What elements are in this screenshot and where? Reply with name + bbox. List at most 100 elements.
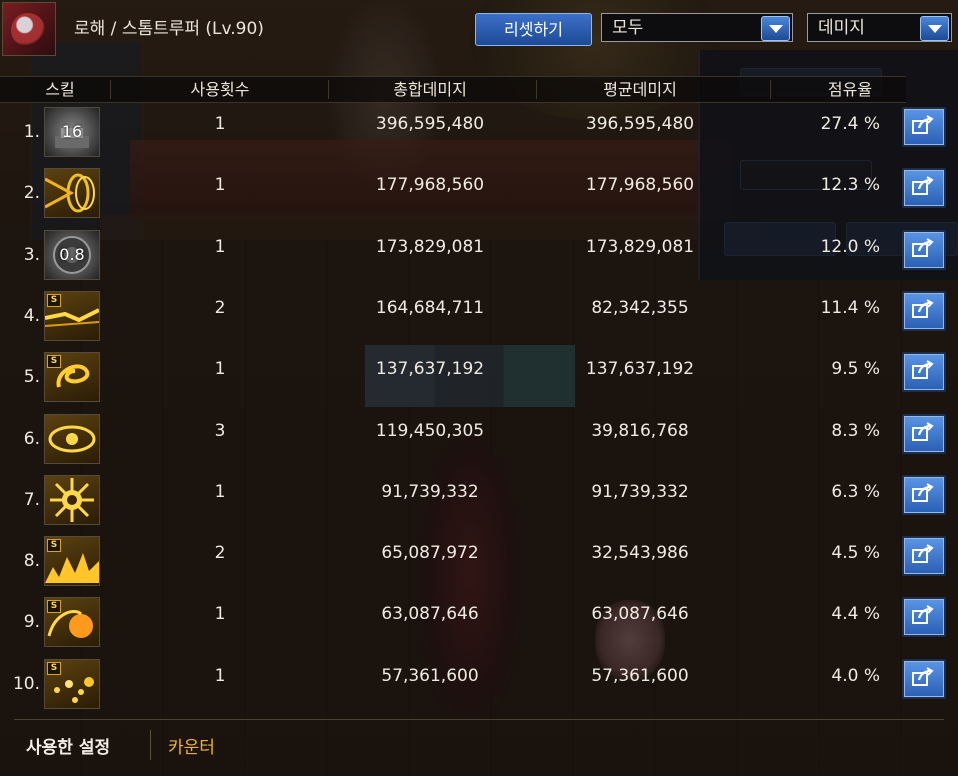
column-header-row: 스킬 사용횟수 총합데미지 평균데미지 점유율: [0, 76, 906, 103]
row-use-count: 1: [214, 604, 226, 625]
row-use-count: 3: [214, 420, 226, 441]
row-use-count: 1: [214, 175, 226, 196]
share-icon: [912, 237, 934, 257]
share-button[interactable]: [902, 413, 946, 454]
filter-dropdown[interactable]: 모두: [601, 13, 793, 42]
share-button[interactable]: [902, 597, 946, 638]
row-rank: 5.: [23, 367, 40, 388]
table-row: 6. 3 119,450,305 39,816,768 8.3 %: [0, 407, 958, 468]
share-button[interactable]: [902, 658, 946, 699]
filter-dropdown-value: 모두: [612, 18, 644, 38]
table-row: 4. S 2 164,684,711 82,342,355 11.4 %: [0, 284, 958, 345]
table-row: 8. S 2 65,087,972 32,543,986 4.5 %: [0, 529, 958, 590]
row-use-count: 1: [214, 665, 226, 686]
row-share: 4.5 %: [831, 543, 880, 564]
row-use-count: 2: [214, 297, 226, 318]
row-share: 6.3 %: [831, 481, 880, 502]
lightning-beam-icon[interactable]: S: [44, 290, 100, 341]
share-icon: [912, 299, 934, 318]
share-icon: [912, 605, 934, 625]
table-row: 7. 1 91,739,332 91,739,332 6.3 %: [0, 468, 958, 529]
sun-blast-icon[interactable]: [44, 474, 100, 525]
share-icon: [912, 666, 934, 686]
flame-wave-icon[interactable]: S: [44, 536, 100, 587]
row-average-damage: 91,739,332: [591, 481, 689, 502]
column-average-damage: 평균데미지: [603, 80, 677, 99]
dragon-shot-icon[interactable]: 16: [44, 107, 100, 157]
eye-shield-icon[interactable]: [44, 413, 100, 464]
row-rank: 4.: [23, 305, 40, 326]
row-share: 9.5 %: [831, 359, 880, 380]
skill-cooldown-label: 16: [61, 122, 83, 141]
chevron-down-icon[interactable]: [920, 16, 949, 41]
table-row: 1. 16 1 396,595,480 396,595,480 27.4 %: [0, 100, 958, 161]
row-total-damage: 137,637,192: [375, 359, 485, 380]
row-share: 12.0 %: [820, 236, 880, 257]
gear-burst-icon[interactable]: 0.8: [44, 229, 100, 280]
share-button[interactable]: [902, 474, 946, 515]
row-total-damage: 65,087,972: [381, 543, 479, 564]
row-share: 27.4 %: [820, 114, 880, 134]
s-badge-icon: S: [47, 293, 61, 307]
row-total-damage: 164,684,711: [375, 297, 485, 318]
row-average-damage: 173,829,081: [585, 236, 695, 257]
row-total-damage: 177,968,560: [375, 175, 485, 196]
table-row: 9. S 1 63,087,646 63,087,646 4.4 %: [0, 590, 958, 651]
row-share: 8.3 %: [831, 420, 880, 441]
reset-button[interactable]: 리셋하기: [475, 13, 592, 46]
fire-orb-icon[interactable]: S: [44, 597, 100, 648]
share-button[interactable]: [902, 229, 946, 270]
row-rank: 3.: [23, 244, 40, 265]
row-use-count: 1: [214, 481, 226, 502]
row-total-damage: 63,087,646: [381, 604, 479, 625]
sort-dropdown[interactable]: 데미지: [807, 13, 952, 42]
share-button[interactable]: [902, 290, 946, 331]
row-average-damage: 137,637,192: [585, 359, 695, 380]
tab-counter[interactable]: 카운터: [168, 733, 215, 758]
row-average-damage: 63,087,646: [591, 604, 689, 625]
row-rank: 6.: [23, 428, 40, 449]
row-share: 12.3 %: [820, 175, 880, 196]
share-button[interactable]: [902, 107, 946, 147]
row-total-damage: 57,361,600: [381, 665, 479, 686]
character-title: 로해 / 스톰트루퍼 (Lv.90): [74, 19, 264, 39]
row-average-damage: 32,543,986: [591, 543, 689, 564]
row-use-count: 1: [214, 114, 226, 134]
character-avatar: [2, 2, 56, 56]
row-share: 4.4 %: [831, 604, 880, 625]
row-average-damage: 57,361,600: [591, 665, 689, 686]
table-row: 2. 1 177,968,560 177,968,560 12.3 %: [0, 161, 958, 222]
column-total-damage: 총합데미지: [393, 80, 467, 99]
table-row: 5. S 1 137,637,192 137,637,192 9.5 %: [0, 345, 958, 406]
row-average-damage: 177,968,560: [585, 175, 695, 196]
s-badge-icon: S: [47, 355, 61, 369]
tab-used-settings[interactable]: 사용한 설정: [26, 733, 110, 758]
share-icon: [912, 482, 934, 502]
skill-cooldown-label: 0.8: [59, 244, 85, 264]
row-use-count: 2: [214, 543, 226, 564]
chevron-down-icon[interactable]: [761, 16, 790, 41]
meter-header: 로해 / 스톰트루퍼 (Lv.90) 리셋하기 모두 데미지: [0, 0, 958, 58]
row-rank: 2.: [23, 183, 40, 204]
row-use-count: 1: [214, 359, 226, 380]
s-badge-icon: S: [47, 661, 61, 675]
spark-scatter-icon[interactable]: S: [44, 658, 100, 709]
share-icon: [912, 544, 934, 564]
row-rank: 7.: [23, 489, 40, 510]
column-skill: 스킬: [45, 80, 75, 99]
share-icon: [912, 360, 934, 380]
golden-rings-icon[interactable]: [44, 168, 100, 219]
table-row: 3. 0.8 1 173,829,081 173,829,081 12.0 %: [0, 223, 958, 284]
share-icon: [912, 421, 934, 441]
row-total-damage: 396,595,480: [375, 114, 485, 134]
golden-dragon-icon[interactable]: S: [44, 352, 100, 403]
row-average-damage: 396,595,480: [585, 114, 695, 134]
share-button[interactable]: [902, 168, 946, 209]
row-rank: 1.: [23, 122, 40, 142]
share-button[interactable]: [902, 352, 946, 393]
share-button[interactable]: [902, 536, 946, 577]
row-share: 4.0 %: [831, 665, 880, 686]
row-share: 11.4 %: [820, 297, 880, 318]
row-total-damage: 173,829,081: [375, 236, 485, 257]
row-rank: 8.: [23, 551, 40, 572]
